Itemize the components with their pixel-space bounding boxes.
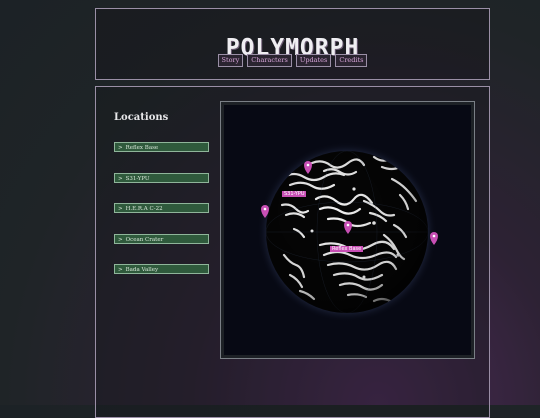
chevron-right-icon: >: [118, 175, 123, 182]
location-item-ocean-crater[interactable]: > Ocean Crater: [114, 233, 209, 244]
nav-credits-button[interactable]: Credits: [335, 54, 368, 67]
location-label: H.E.R.A C-22: [125, 206, 163, 212]
main-nav: Story Characters Updates Credits: [96, 54, 489, 67]
location-label: Reflex Base: [125, 145, 159, 151]
locations-panel: Locations > Reflex Base > S31-YPU > H.E.R.A…: [95, 86, 490, 418]
planet-map-frame: S31-YPU Reflex Base: [220, 101, 475, 359]
chevron-right-icon: >: [118, 267, 123, 273]
map-label-reflex-base[interactable]: Reflex Base: [330, 246, 364, 252]
location-item-hera-c22[interactable]: > H.E.R.A C-22: [114, 203, 209, 213]
locations-list: > Reflex Base > S31-YPU > H.E.R.A C-22 > Oce…: [114, 142, 209, 295]
planet-globe[interactable]: [224, 105, 471, 355]
location-label: S31-YPU: [125, 175, 150, 182]
nav-updates-button[interactable]: Updates: [295, 54, 332, 67]
planet-map-viewport[interactable]: S31-YPU Reflex Base: [224, 105, 471, 355]
nav-story-button[interactable]: Story: [217, 54, 244, 67]
map-label-s31-ypu[interactable]: S31-YPU: [282, 191, 307, 197]
chevron-right-icon: >: [118, 145, 123, 151]
location-item-s31-ypu[interactable]: > S31-YPU: [114, 172, 209, 183]
location-item-bada-valley[interactable]: > Bada Valley: [114, 264, 209, 274]
location-label: Bada Valley: [125, 267, 159, 273]
nav-characters-button[interactable]: Characters: [247, 54, 292, 67]
site-header: POLYMORPH Story Characters Updates Credi…: [95, 8, 490, 80]
location-item-reflex-base[interactable]: > Reflex Base: [114, 142, 209, 152]
locations-heading: Locations: [114, 112, 169, 123]
location-label: Ocean Crater: [125, 236, 164, 243]
chevron-right-icon: >: [118, 206, 123, 212]
chevron-right-icon: >: [118, 236, 123, 243]
